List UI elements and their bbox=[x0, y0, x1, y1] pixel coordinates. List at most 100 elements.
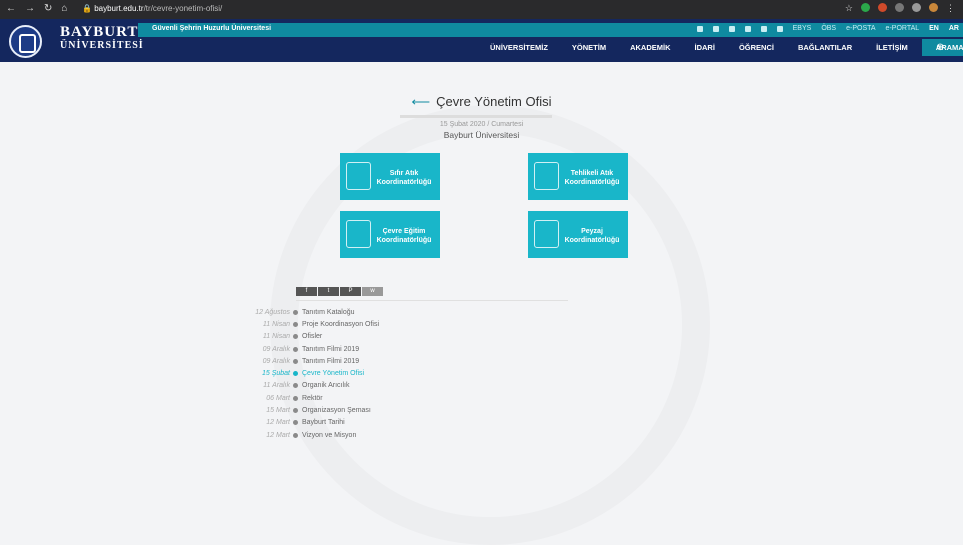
extensions: ☆ ⋮ bbox=[845, 3, 955, 14]
brand-name[interactable]: BAYBURT bbox=[60, 24, 138, 41]
item-title[interactable]: Proje Koordinasyon Ofisi bbox=[302, 321, 379, 328]
pinterest-icon[interactable] bbox=[728, 25, 735, 32]
item-date: 12 Mart bbox=[266, 419, 290, 427]
item-title[interactable]: Tanıtım Filmi 2019 bbox=[302, 358, 359, 365]
card-label: Çevre Eğitim Koordinatörlüğü bbox=[376, 228, 432, 244]
card-peyzaj[interactable]: Peyzaj Koordinatörlüğü bbox=[528, 211, 628, 258]
post-date: 15 Şubat 2020 / Cumartesi bbox=[439, 121, 524, 128]
page-title-text: Çevre Yönetim Ofisi bbox=[436, 94, 552, 109]
list-item[interactable]: 09 Aralık Tanıtım Filmi 2019 bbox=[220, 343, 379, 355]
list-item[interactable]: 06 Mart Rektör bbox=[220, 392, 379, 404]
nav-akademik[interactable]: AKADEMİK bbox=[630, 43, 670, 56]
bullet-icon bbox=[293, 408, 298, 414]
menu-dots-icon[interactable]: ⋮ bbox=[946, 3, 955, 14]
card-label: Peyzaj Koordinatörlüğü bbox=[564, 228, 620, 244]
facebook-share-button[interactable]: f bbox=[296, 287, 317, 296]
back-icon[interactable]: ← bbox=[6, 3, 16, 15]
bookmark-star-icon[interactable]: ☆ bbox=[845, 3, 853, 14]
item-title[interactable]: Tanıtım Kataloğu bbox=[302, 309, 355, 316]
pinterest-share-button[interactable]: P bbox=[340, 287, 361, 296]
whatsapp-share-button[interactable]: w bbox=[362, 287, 383, 296]
list-item[interactable]: 12 Mart Vizyon ve Misyon bbox=[220, 429, 379, 441]
item-date: 11 Nisan bbox=[262, 333, 290, 341]
puzzle-icon[interactable] bbox=[912, 3, 921, 12]
nav-universitemiz[interactable]: ÜNİVERSİTEMİZ bbox=[490, 43, 548, 56]
list-item[interactable]: 11 Nisan Proje Koordinasyon Ofisi bbox=[220, 318, 379, 330]
accessibility-icon[interactable] bbox=[696, 25, 703, 32]
extension-icon[interactable] bbox=[878, 3, 887, 12]
nav-baglantilar[interactable]: BAĞLANTILAR bbox=[798, 43, 852, 56]
item-date: 11 Nisan bbox=[262, 320, 290, 328]
lang-ar[interactable]: AR bbox=[949, 25, 959, 32]
link-ebys[interactable]: EBYS bbox=[793, 25, 812, 32]
search-icon[interactable]: ⊕ bbox=[936, 42, 944, 53]
home-icon[interactable]: ⌂ bbox=[61, 3, 67, 15]
brand-sub[interactable]: ÜNİVERSİTESİ bbox=[60, 40, 144, 51]
bullet-icon bbox=[293, 383, 298, 389]
item-title[interactable]: Ofisler bbox=[302, 333, 322, 340]
youtube-icon[interactable] bbox=[776, 25, 783, 32]
bullet-icon bbox=[293, 420, 298, 426]
card-sifir-atik[interactable]: Sıfır Atık Koordinatörlüğü bbox=[340, 153, 440, 200]
university-logo[interactable] bbox=[9, 25, 42, 58]
extension-icon[interactable] bbox=[895, 3, 904, 12]
item-title[interactable]: Tanıtım Filmi 2019 bbox=[302, 346, 359, 353]
item-title[interactable]: Rektör bbox=[302, 395, 323, 402]
nav-ogrenci[interactable]: ÖĞRENCİ bbox=[739, 43, 774, 56]
main-nav: ÜNİVERSİTEMİZ YÖNETİM AKADEMİK İDARİ ÖĞR… bbox=[490, 39, 963, 56]
bullet-icon bbox=[293, 334, 298, 340]
twitter-icon[interactable] bbox=[744, 25, 751, 32]
list-item[interactable]: 12 Ağustos Tanıtım Kataloğu bbox=[220, 306, 379, 318]
lang-en[interactable]: EN bbox=[929, 25, 939, 32]
url-path: /tr/cevre-yonetim-ofisi/ bbox=[143, 4, 223, 13]
recycle-icon bbox=[346, 162, 371, 190]
avatar[interactable] bbox=[929, 3, 938, 12]
item-title[interactable]: Çevre Yönetim Ofisi bbox=[302, 370, 364, 377]
back-arrow-icon[interactable]: ⟵ bbox=[412, 94, 431, 109]
extension-icon[interactable] bbox=[861, 3, 870, 12]
bullet-icon bbox=[293, 346, 298, 352]
item-date: 12 Mart bbox=[266, 431, 290, 439]
card-tehlikeli-atik[interactable]: Tehlikeli Atık Koordinatörlüğü bbox=[528, 153, 628, 200]
top-links: EBYS ÖBS e-POSTA e-PORTAL EN AR bbox=[696, 25, 959, 32]
item-title[interactable]: Organik Arıcılık bbox=[302, 382, 349, 389]
forward-icon[interactable]: → bbox=[25, 3, 35, 15]
nav-idari[interactable]: İDARİ bbox=[695, 43, 715, 56]
list-item[interactable]: 12 Mart Bayburt Tarihi bbox=[220, 417, 379, 429]
post-author: Bayburt Üniversitesi bbox=[443, 130, 520, 140]
reload-icon[interactable]: ↻ bbox=[44, 3, 52, 15]
link-eposta[interactable]: e-POSTA bbox=[846, 25, 875, 32]
twitter-share-button[interactable]: t bbox=[318, 287, 339, 296]
item-date: 06 Mart bbox=[266, 394, 290, 402]
grid-icon[interactable] bbox=[712, 25, 719, 32]
link-obs[interactable]: ÖBS bbox=[821, 25, 836, 32]
list-item[interactable]: 09 Aralık Tanıtım Filmi 2019 bbox=[220, 355, 379, 367]
nav-yonetim[interactable]: YÖNETİM bbox=[572, 43, 606, 56]
item-date: 09 Aralık bbox=[262, 357, 290, 365]
education-board-icon bbox=[346, 220, 371, 248]
landscape-icon bbox=[534, 220, 559, 248]
address-bar[interactable]: 🔒 bayburt.edu.tr/tr/cevre-yonetim-ofisi/ bbox=[82, 4, 222, 13]
list-item[interactable]: 11 Aralık Organik Arıcılık bbox=[220, 380, 379, 392]
nav-iletisim[interactable]: İLETİŞİM bbox=[876, 43, 908, 56]
slogan: Güvenli Şehrin Huzurlu Üniversitesi bbox=[152, 25, 272, 32]
item-title[interactable]: Vizyon ve Misyon bbox=[302, 432, 356, 439]
bullet-icon bbox=[293, 395, 298, 401]
timeline-list: 12 Ağustos Tanıtım Kataloğu 11 Nisan Proje… bbox=[220, 306, 379, 441]
item-date: 15 Şubat bbox=[261, 370, 290, 378]
item-title[interactable]: Bayburt Tarihi bbox=[302, 419, 345, 426]
item-title[interactable]: Organizasyon Şeması bbox=[302, 407, 371, 414]
bullet-icon bbox=[293, 371, 298, 377]
link-eportal[interactable]: e-PORTAL bbox=[886, 25, 920, 32]
item-date: 09 Aralık bbox=[262, 345, 290, 353]
card-cevre-egitim[interactable]: Çevre Eğitim Koordinatörlüğü bbox=[340, 211, 440, 258]
list-item[interactable]: 11 Nisan Ofisler bbox=[220, 331, 379, 343]
browser-nav: ← → ↻ ⌂ bbox=[6, 3, 67, 15]
list-item-active[interactable]: 15 Şubat Çevre Yönetim Ofisi bbox=[220, 367, 379, 379]
card-label: Sıfır Atık Koordinatörlüğü bbox=[376, 170, 432, 186]
list-item[interactable]: 15 Mart Organizasyon Şeması bbox=[220, 404, 379, 416]
bullet-icon bbox=[293, 358, 298, 364]
lock-icon: 🔒 bbox=[82, 4, 92, 13]
share-buttons: f t P w bbox=[296, 287, 383, 296]
facebook-icon[interactable] bbox=[760, 25, 767, 32]
